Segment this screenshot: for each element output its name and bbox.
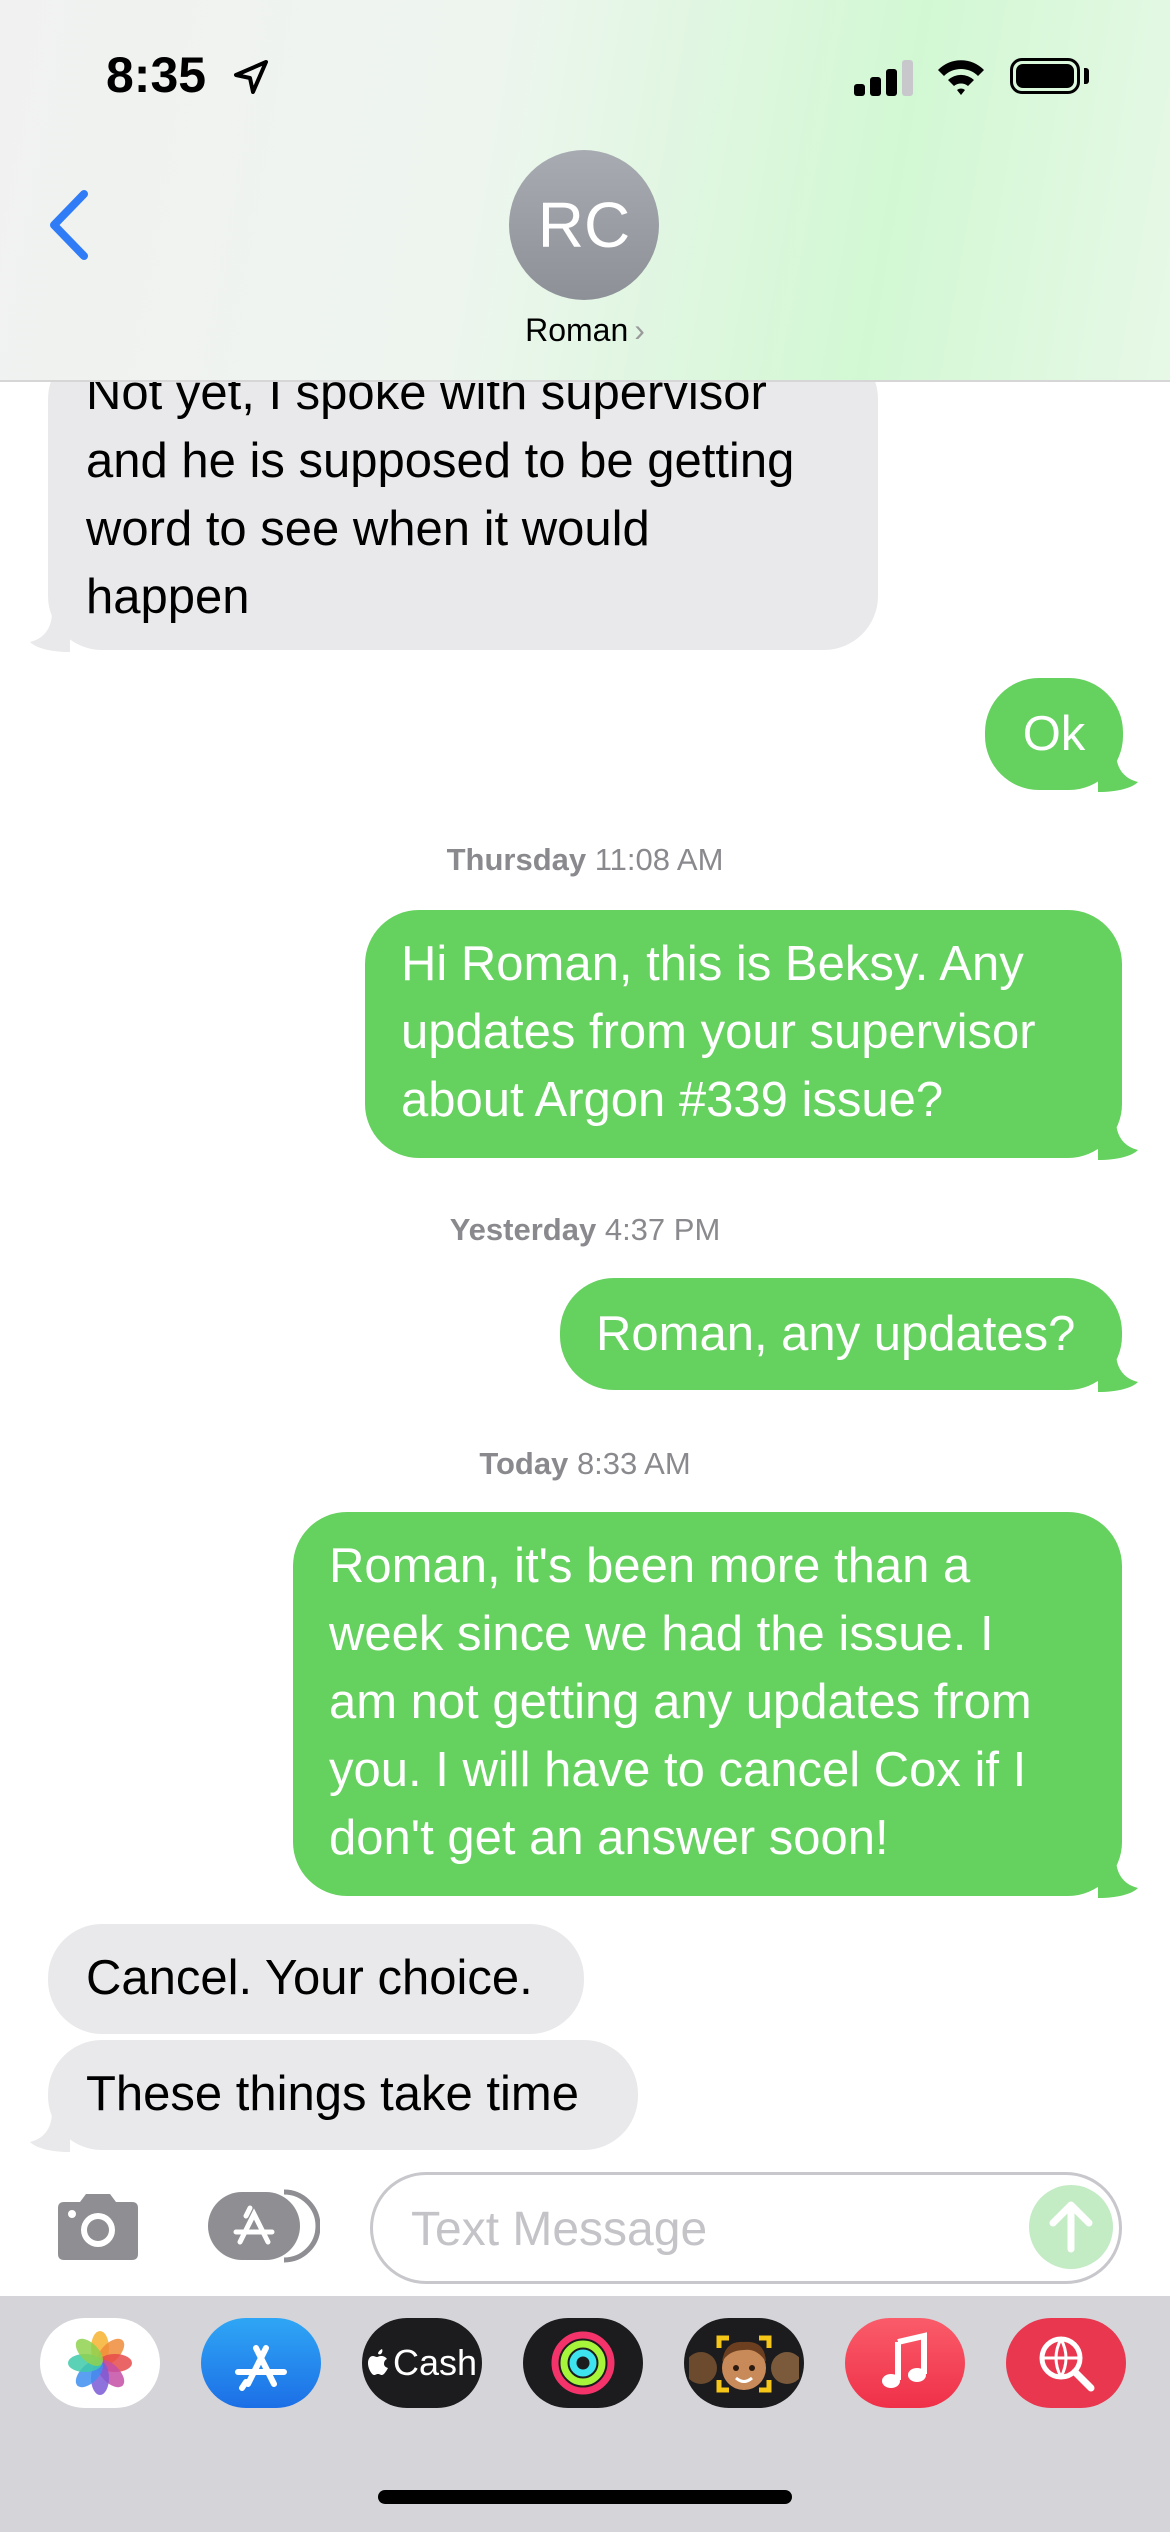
send-arrow-icon <box>1049 2201 1093 2253</box>
message-timestamp: Thursday 11:08 AM <box>446 842 724 877</box>
photos-app-button[interactable] <box>40 2318 160 2408</box>
received-message[interactable]: These things take time <box>48 2040 638 2150</box>
apple-cash-icon: Cash <box>392 2342 478 2383</box>
bubble-tail <box>1098 1352 1138 1392</box>
sent-message[interactable]: Hi Roman, this is Beksy. Any updates fro… <box>365 910 1122 1158</box>
received-message[interactable]: Cancel. Your choice. <box>48 1924 584 2034</box>
app-store-icon <box>235 2345 287 2391</box>
message-timestamp: Yesterday 4:37 PM <box>449 1212 721 1247</box>
chevron-right-icon: › <box>634 312 645 348</box>
web-search-icon <box>1039 2336 1095 2392</box>
battery-cap <box>1084 68 1089 84</box>
bubble-tail <box>1098 752 1138 792</box>
status-time: 8:35 <box>106 47 207 103</box>
bubble-tail <box>1098 1120 1138 1160</box>
apple-logo-icon <box>367 2349 388 2375</box>
web-search-app-button[interactable] <box>1006 2318 1126 2408</box>
contact-avatar[interactable]: RC <box>509 150 659 300</box>
back-chevron-icon[interactable] <box>46 190 92 260</box>
sent-message[interactable]: Roman, it's been more than a week since … <box>293 1512 1122 1896</box>
memoji-app-button[interactable] <box>684 2318 804 2408</box>
app-store-button[interactable] <box>201 2318 321 2408</box>
message-input[interactable] <box>409 2175 993 2283</box>
wifi-icon <box>938 60 984 95</box>
activity-rings-icon <box>551 2331 615 2395</box>
message-timestamp: Today 8:33 AM <box>479 1446 691 1481</box>
music-note-icon <box>882 2332 927 2388</box>
location-arrow-icon <box>234 60 268 94</box>
bubble-tail <box>1098 1858 1138 1898</box>
camera-icon[interactable] <box>52 2192 144 2262</box>
conversation-header: 8:35 RC Roman › <box>0 0 1170 382</box>
cellular-signal-icon <box>854 60 914 96</box>
bubble-tail <box>30 2112 70 2152</box>
activity-app-button[interactable] <box>523 2318 643 2408</box>
sent-message[interactable]: Roman, any updates? <box>560 1278 1122 1390</box>
bubble-tail <box>30 612 70 652</box>
received-message[interactable]: Not yet, I spoke with supervisor and he … <box>48 345 878 650</box>
memoji-icon <box>689 2335 799 2393</box>
contact-name-button[interactable]: Roman › <box>0 312 1170 349</box>
app-store-apps-icon[interactable] <box>206 2188 320 2264</box>
apple-cash-button[interactable]: Cash <box>362 2318 482 2408</box>
compose-bar <box>0 2160 1170 2296</box>
battery-icon <box>1010 58 1080 94</box>
send-button[interactable] <box>1029 2185 1113 2269</box>
photos-icon <box>68 2331 132 2395</box>
message-input-field[interactable] <box>370 2172 1122 2284</box>
home-indicator[interactable] <box>378 2490 792 2504</box>
music-app-button[interactable] <box>845 2318 965 2408</box>
